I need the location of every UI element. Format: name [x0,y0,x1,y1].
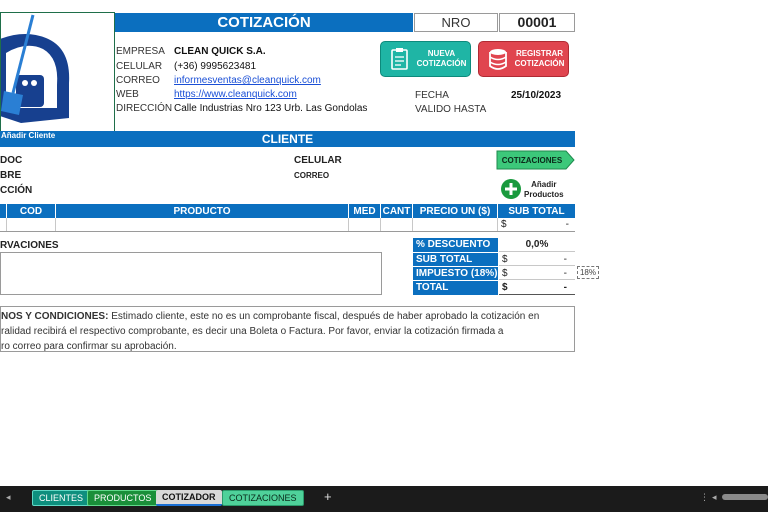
cliente-correo-label: CORREO [294,171,330,180]
direccion-label: DIRECCIÓN [116,103,173,114]
col-med: MED [349,204,381,218]
descuento-value[interactable]: 0,0% [499,238,575,252]
impuesto-rate-cell[interactable]: 18% [577,266,599,279]
empresa-label: EMPRESA [116,46,165,57]
celular-label: CELULAR [116,61,163,72]
sheet-tab-cotizador[interactable]: COTIZADOR [156,490,222,506]
sheet-tab-clientes[interactable]: CLIENTES [32,490,91,506]
row-cant[interactable] [381,218,413,231]
company-logo [0,12,115,132]
fecha-label: FECHA [415,90,449,101]
cliente-doc-label: DOC [0,155,23,166]
database-icon [489,49,507,70]
row-med[interactable] [349,218,381,231]
anadir-productos-label: Añadir Productos [524,180,564,199]
horizontal-scroll-left-icon[interactable]: ◂ [712,492,717,503]
impuesto-label: IMPUESTO (18%) [413,267,498,280]
fecha-value[interactable]: 25/10/2023 [511,90,561,101]
cliente-direccion-label: CCIÓN [0,185,33,196]
subtotal-value: - [563,254,567,265]
registrar-cotizacion-button[interactable]: REGISTRAR COTIZACIÓN [478,41,569,77]
cliente-nombre-label: BRE [0,170,22,181]
empresa-value: CLEAN QUICK S.A. [174,46,266,57]
more-options-icon[interactable]: ⋮ [700,492,709,503]
row-currency: $ [501,219,507,230]
web-link[interactable]: https://www.cleanquick.com [174,89,297,100]
row-subtotal: $ - [498,218,575,231]
add-sheet-button[interactable]: + [324,489,332,504]
anadir-productos-button[interactable]: Añadir Productos [500,177,568,201]
valido-hasta-label: VALIDO HASTA [415,104,487,115]
clipboard-icon [391,48,408,70]
col-subtotal: SUB TOTAL [508,205,565,217]
celular-value: (+36) 9995623481 [174,61,257,72]
registrar-cotizacion-label: REGISTRAR COTIZACIÓN [514,49,565,68]
descuento-label: % DESCUENTO [413,238,498,252]
terms-line2: ralidad recibirá el respectivo comproban… [1,326,504,337]
terms-box: NOS Y CONDICIONES: Estimado cliente, est… [0,306,575,352]
impuesto-value: - [563,268,567,279]
nro-value[interactable]: 00001 [499,13,575,32]
total-currency: $ [502,282,508,293]
direccion-value: Calle Industrias Nro 123 Urb. Las Gondol… [174,103,368,114]
impuesto-currency: $ [502,268,508,279]
row-cod[interactable] [7,218,56,231]
sheet-tab-cotizaciones[interactable]: COTIZACIONES [222,490,304,506]
plus-circle-icon [501,179,521,199]
subtotal-label: SUB TOTAL [413,253,498,266]
correo-link[interactable]: informesventas@cleanquick.com [174,75,321,86]
terms-heading: NOS Y CONDICIONES: [1,311,109,322]
cliente-celular-label: CELULAR [294,155,342,166]
nro-label: NRO [414,13,498,32]
col-cant: CANT [381,204,413,218]
correo-label: CORREO [116,75,160,86]
col-cod: COD [7,204,56,218]
products-table-header: COD PRODUCTO MED CANT PRECIO UN ($) SUB … [0,204,575,218]
total-label: TOTAL [413,281,498,295]
scroll-left-icon[interactable]: ◂ [6,492,11,503]
row-precio[interactable] [413,218,498,231]
web-label: WEB [116,89,139,100]
page-title: COTIZACIÓN [115,13,413,32]
observaciones-label: RVACIONES [0,240,59,251]
row-subtotal-value: - [565,219,569,230]
col-producto: PRODUCTO [56,204,349,218]
nueva-cotizacion-label: NUEVA COTIZACIÓN [416,49,467,68]
cotizaciones-button[interactable]: COTIZACIONES [496,150,575,170]
row-producto[interactable] [56,218,349,231]
cotizaciones-label: COTIZACIONES [501,155,563,165]
totals-panel: % DESCUENTO 0,0% SUB TOTAL $ - IMPUESTO … [413,238,575,296]
nueva-cotizacion-button[interactable]: NUEVA COTIZACIÓN [380,41,471,77]
observaciones-textarea[interactable] [0,252,382,295]
bucket-mop-icon [1,14,70,123]
terms-line1: Estimado cliente, este no es un comproba… [108,311,540,322]
total-value: - [563,282,567,293]
table-row[interactable]: $ - [0,218,575,232]
anadir-cliente-label[interactable]: Añadir Cliente [0,131,112,141]
horizontal-scrollbar[interactable] [722,494,768,500]
subtotal-currency: $ [502,254,508,265]
col-precio: PRECIO UN ($) [413,204,498,218]
sheet-tab-productos[interactable]: PRODUCTOS [87,490,159,506]
terms-line3: ro correo para confirmar su aprobación. [1,341,177,352]
